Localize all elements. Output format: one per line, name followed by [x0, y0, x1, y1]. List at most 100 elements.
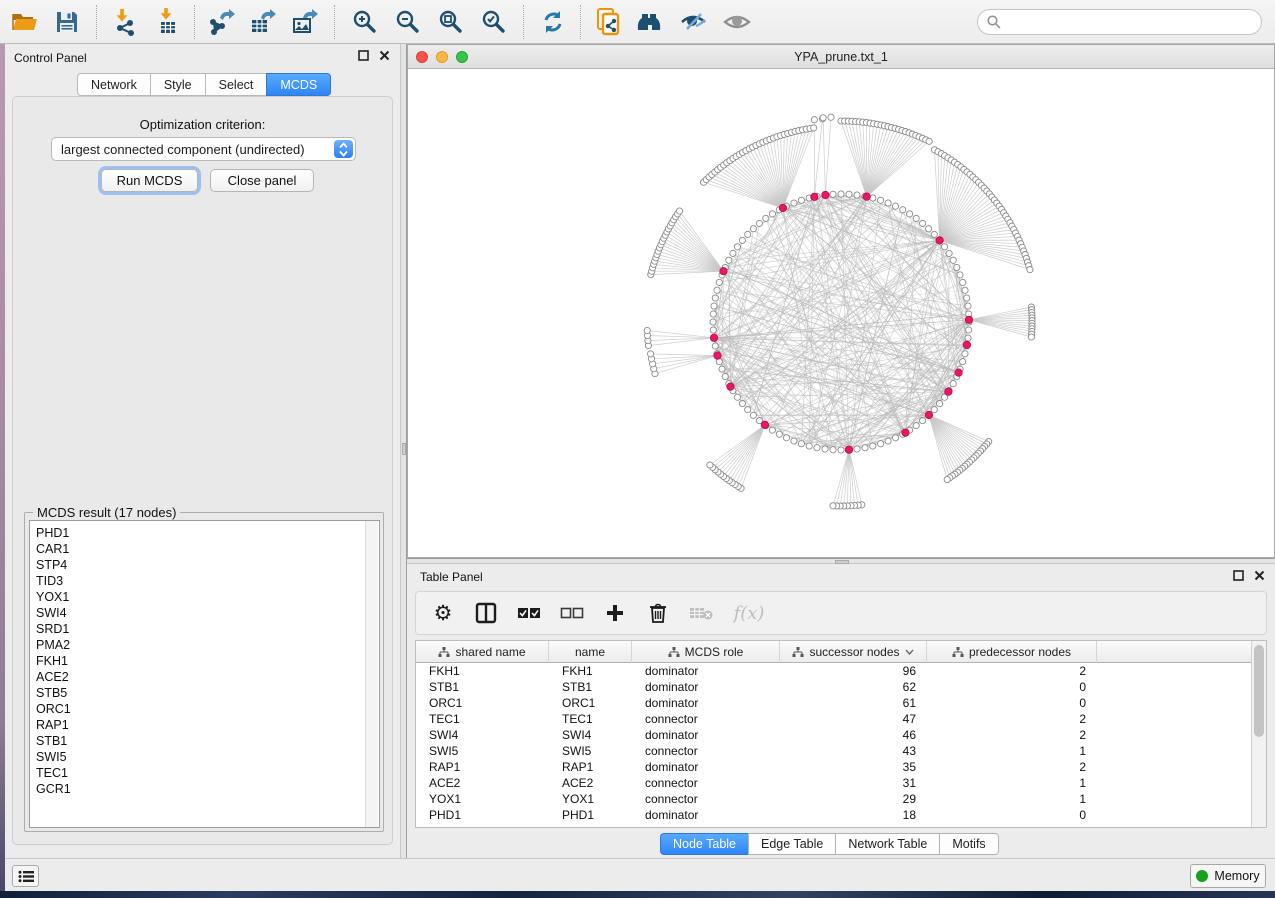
mcds-result-item[interactable]: PHD1 [36, 525, 379, 541]
close-panel-button[interactable]: Close panel [210, 169, 314, 192]
column-header-successor-nodes[interactable]: successor nodes [780, 641, 927, 663]
table-cell: FKH1 [416, 664, 549, 678]
table-cell: connector [632, 744, 780, 758]
table-cell: YOX1 [549, 792, 632, 806]
search-input[interactable] [977, 9, 1262, 35]
search-network-icon[interactable] [634, 6, 668, 38]
delete-rows-icon[interactable] [645, 600, 671, 626]
mcds-result-item[interactable]: PMA2 [36, 637, 379, 653]
table-cell: connector [632, 792, 780, 806]
mcds-result-list[interactable]: PHD1CAR1STP4TID3YOX1SWI4SRD1PMA2FKH1ACE2… [29, 520, 380, 828]
show-graphics-icon[interactable] [720, 6, 754, 38]
table-row[interactable]: ACE2ACE2connector311 [416, 775, 1251, 791]
mcds-result-item[interactable]: SWI5 [36, 749, 379, 765]
mcds-result-item[interactable]: STP4 [36, 557, 379, 573]
scrollbar-thumb[interactable] [1254, 645, 1264, 737]
tab-motifs[interactable]: Motifs [939, 833, 998, 855]
export-image-icon[interactable] [288, 6, 322, 38]
mcds-result-item[interactable]: CAR1 [36, 541, 379, 557]
mcds-list-scrollbar[interactable] [365, 521, 378, 827]
table-cell: dominator [632, 680, 780, 694]
table-cell: PHD1 [416, 808, 549, 822]
network-graph[interactable] [408, 69, 1274, 557]
mcds-result-item[interactable]: FKH1 [36, 653, 379, 669]
table-row[interactable]: FKH1FKH1dominator962 [416, 663, 1251, 679]
open-file-icon[interactable] [8, 6, 42, 38]
table-scrollbar[interactable] [1251, 641, 1266, 827]
column-header-shared-name[interactable]: shared name [416, 641, 549, 663]
column-header-MCDS-role[interactable]: MCDS role [632, 641, 780, 663]
zoom-selected-icon[interactable] [477, 6, 511, 38]
settings-gear-icon[interactable]: ⚙ [430, 600, 456, 626]
function-builder-icon[interactable]: f(x) [731, 600, 767, 626]
mcds-result-item[interactable]: YOX1 [36, 589, 379, 605]
tab-mcds[interactable]: MCDS [266, 73, 331, 96]
table-row[interactable]: TEC1TEC1connector472 [416, 711, 1251, 727]
mcds-result-item[interactable]: SWI4 [36, 605, 379, 621]
mcds-result-item[interactable]: STB1 [36, 733, 379, 749]
main-toolbar [0, 0, 1275, 44]
save-session-icon[interactable] [50, 6, 84, 38]
tab-edge-table[interactable]: Edge Table [748, 833, 835, 855]
mcds-result-item[interactable]: RAP1 [36, 717, 379, 733]
splitter-grip[interactable] [402, 443, 406, 455]
mcds-result-item[interactable]: ORC1 [36, 701, 379, 717]
mcds-result-item[interactable]: STB5 [36, 685, 379, 701]
table-cell: 61 [780, 696, 927, 710]
optimization-select[interactable]: largest connected component (undirected) [51, 137, 356, 161]
network-window-titlebar[interactable]: YPA_prune.txt_1 [408, 45, 1274, 69]
column-type-icon [952, 647, 964, 657]
table-row[interactable]: YOX1YOX1connector291 [416, 791, 1251, 807]
refresh-icon[interactable] [536, 6, 570, 38]
table-cell: SWI4 [416, 728, 549, 742]
table-cell: SWI5 [416, 744, 549, 758]
tab-network[interactable]: Network [77, 73, 150, 96]
vertical-splitter[interactable] [400, 44, 407, 858]
tab-network-table[interactable]: Network Table [835, 833, 939, 855]
import-table-icon[interactable] [150, 6, 184, 38]
optimization-value: largest connected component (undirected) [61, 142, 305, 157]
mcds-result-item[interactable]: ACE2 [36, 669, 379, 685]
tab-style[interactable]: Style [150, 73, 205, 96]
table-row[interactable]: PHD1PHD1dominator180 [416, 807, 1251, 823]
table-row[interactable]: RAP1RAP1dominator352 [416, 759, 1251, 775]
hide-analyzer-icon[interactable] [677, 6, 711, 38]
delete-column-icon[interactable] [688, 600, 714, 626]
add-column-icon[interactable] [602, 600, 628, 626]
table-row[interactable]: SWI4SWI4dominator462 [416, 727, 1251, 743]
mcds-result-group: MCDS result (17 nodes) PHD1CAR1STP4TID3Y… [24, 512, 384, 832]
zoom-in-icon[interactable] [348, 6, 382, 38]
task-history-button[interactable] [12, 865, 39, 887]
close-panel-icon[interactable] [379, 50, 390, 61]
float-panel-icon[interactable] [1233, 570, 1244, 581]
table-cell: 46 [780, 728, 927, 742]
mcds-result-item[interactable]: SRD1 [36, 621, 379, 637]
float-panel-icon[interactable] [358, 50, 369, 61]
export-network-icon[interactable] [204, 6, 238, 38]
memory-button[interactable]: Memory [1190, 864, 1266, 888]
table-row[interactable]: ORC1ORC1dominator610 [416, 695, 1251, 711]
network-clone-icon[interactable] [592, 6, 626, 38]
mcds-result-item[interactable]: GCR1 [36, 781, 379, 797]
run-mcds-button[interactable]: Run MCDS [101, 169, 198, 192]
table-row[interactable]: STB1STB1dominator620 [416, 679, 1251, 695]
column-header-predecessor-nodes[interactable]: predecessor nodes [927, 641, 1097, 663]
table-row[interactable]: SWI5SWI5connector431 [416, 743, 1251, 759]
table-cell: 18 [780, 808, 927, 822]
table-cell: PHD1 [549, 808, 632, 822]
table-cell: ACE2 [416, 776, 549, 790]
network-canvas[interactable] [408, 69, 1274, 557]
zoom-out-icon[interactable] [391, 6, 425, 38]
tab-select[interactable]: Select [205, 73, 267, 96]
mcds-result-item[interactable]: TID3 [36, 573, 379, 589]
close-panel-icon[interactable] [1254, 570, 1265, 581]
tab-node-table[interactable]: Node Table [660, 833, 748, 855]
column-view-icon[interactable] [473, 600, 499, 626]
export-table-icon[interactable] [246, 6, 280, 38]
zoom-fit-icon[interactable] [434, 6, 468, 38]
column-header-name[interactable]: name [549, 641, 632, 663]
import-network-icon[interactable] [108, 6, 142, 38]
mcds-result-item[interactable]: TEC1 [36, 765, 379, 781]
select-all-icon[interactable] [516, 600, 542, 626]
deselect-all-icon[interactable] [559, 600, 585, 626]
